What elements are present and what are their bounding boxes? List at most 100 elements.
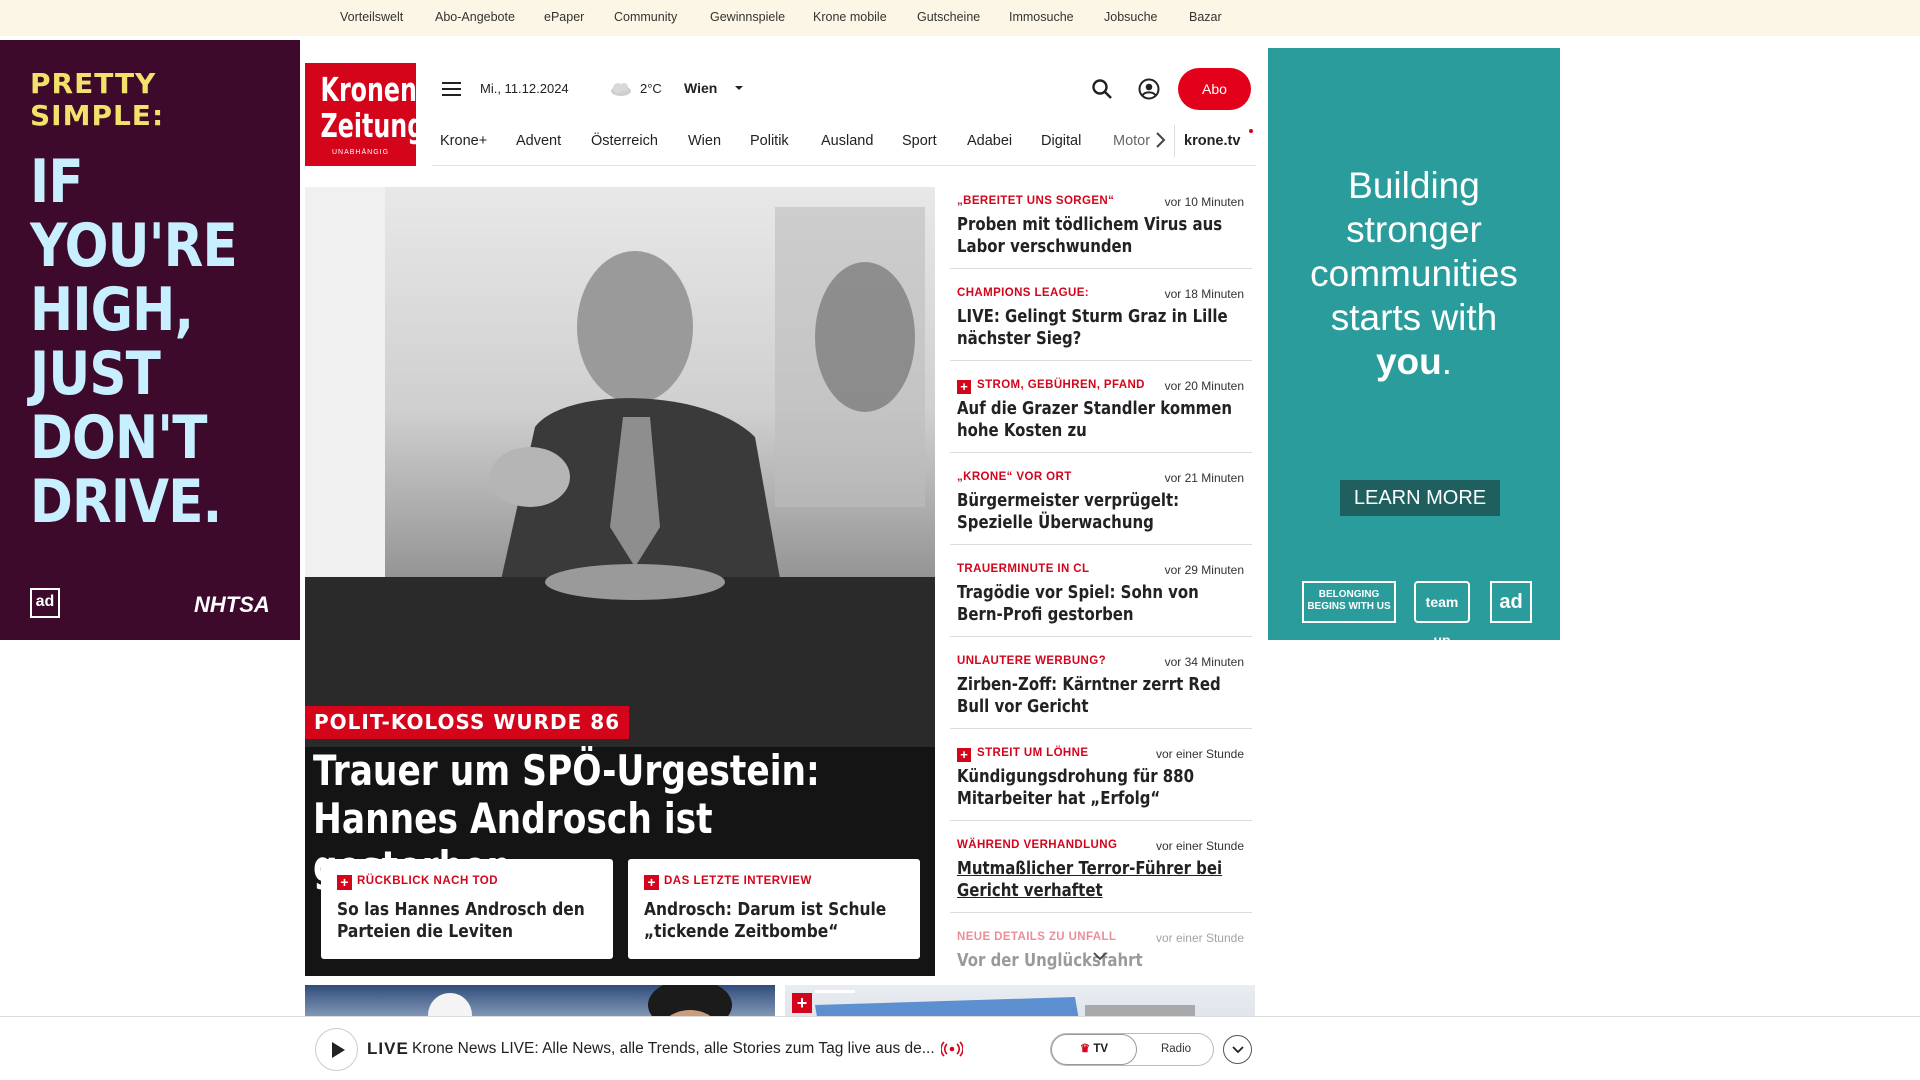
broadcast-icon: [941, 1041, 963, 1057]
topbar-link-vorteilswelt[interactable]: Vorteilswelt: [340, 10, 403, 24]
ad-right-copy-end: .: [1441, 341, 1453, 382]
search-icon[interactable]: [1091, 78, 1113, 100]
hero-article[interactable]: POLIT-KOLOSS WURDE 86 Trauer um SPÖ-Urge…: [305, 187, 935, 976]
learn-more-button[interactable]: LEARN MORE: [1340, 480, 1500, 516]
play-button[interactable]: [315, 1028, 358, 1071]
nav-item-adabei[interactable]: Adabei: [967, 133, 1012, 149]
kronen-zeitung-logo[interactable]: Kronen Zeitung UNABHÄNGIG: [305, 63, 425, 166]
topbar-link-krone-mobile[interactable]: Krone mobile: [813, 10, 887, 24]
article-list-item[interactable]: + STREIT UM LÖHNE vor einer Stunde Kündi…: [950, 737, 1252, 821]
nav-item-motor[interactable]: Motor: [1113, 133, 1150, 149]
article-title[interactable]: Kündigungsdrohung für 880 Mitarbeiter ha…: [957, 766, 1239, 810]
nav-item-ausland[interactable]: Ausland: [821, 133, 873, 149]
topbar-link-abo-angebote[interactable]: Abo-Angebote: [435, 10, 515, 24]
topbar-link-gewinnspiele[interactable]: Gewinnspiele: [710, 10, 785, 24]
ad-right-copy-line: Building: [1348, 165, 1480, 206]
nav-item-politik[interactable]: Politik: [750, 133, 789, 149]
topbar-link-immosuche[interactable]: Immosuche: [1009, 10, 1074, 24]
ad-council-logo: ad: [30, 588, 60, 618]
article-list-item[interactable]: CHAMPIONS LEAGUE: vor 18 Minuten LIVE: G…: [950, 277, 1252, 361]
article-kicker: TRAUERMINUTE IN CL: [957, 563, 1090, 575]
topbar-link-community[interactable]: Community: [614, 10, 677, 24]
player-expand-chevron-icon[interactable]: [1223, 1035, 1252, 1064]
article-title[interactable]: LIVE: Gelingt Sturm Graz in Lille nächst…: [957, 306, 1239, 350]
ad-right-copy-line: starts with: [1330, 297, 1498, 338]
team-up-logo: team up: [1414, 581, 1470, 640]
krone-plus-icon: +: [337, 875, 352, 890]
hero-photo[interactable]: [305, 187, 935, 747]
article-list-item[interactable]: WÄHREND VERHANDLUNG vor einer Stunde Mut…: [950, 829, 1252, 913]
article-list-item[interactable]: + STROM, GEBÜHREN, PFAND vor 20 Minuten …: [950, 369, 1252, 453]
nav-scroll-right-icon[interactable]: [1154, 131, 1166, 149]
hero-photo-graphic: [305, 187, 935, 747]
nav-item-oesterreich[interactable]: Österreich: [591, 133, 658, 149]
krone-plus-icon: +: [792, 993, 812, 1013]
topbar-link-bazar[interactable]: Bazar: [1189, 10, 1222, 24]
article-kicker: „KRONE“ VOR ORT: [957, 471, 1072, 483]
nav-item-krone-tv[interactable]: krone.tv: [1184, 133, 1240, 149]
abo-button[interactable]: Abo: [1178, 68, 1251, 110]
account-icon[interactable]: [1138, 78, 1160, 100]
article-title[interactable]: Zirben-Zoff: Kärntner zerrt Red Bull vor…: [957, 674, 1239, 718]
related-article-card[interactable]: + RÜCKBLICK NACH TOD So las Hannes Andro…: [321, 859, 613, 959]
live-player-bar: LIVE Krone News LIVE: Alle News, alle Tr…: [0, 1016, 1920, 1080]
right-ad-banner[interactable]: Building stronger communities starts wit…: [1268, 48, 1560, 640]
chevron-down-icon: [1231, 1046, 1244, 1054]
article-title[interactable]: Mutmaßlicher Terror-Führer bei Gericht v…: [957, 858, 1239, 902]
article-timestamp: vor 20 Minuten: [1164, 379, 1244, 393]
article-title[interactable]: Proben mit tödlichem Virus aus Labor ver…: [957, 214, 1239, 258]
topbar-link-gutscheine[interactable]: Gutscheine: [917, 10, 980, 24]
krone-plus-icon: +: [644, 875, 659, 890]
related-article-card[interactable]: + DAS LETZTE INTERVIEW Androsch: Darum i…: [628, 859, 920, 959]
article-timestamp: vor 10 Minuten: [1164, 195, 1244, 209]
nav-item-krone-plus[interactable]: Krone+: [440, 133, 487, 149]
ad-right-copy: Building stronger communities starts wit…: [1268, 164, 1560, 384]
hamburger-menu-icon[interactable]: [442, 81, 461, 97]
chevron-down-icon[interactable]: [734, 85, 744, 91]
article-timestamp: vor einer Stunde: [1155, 931, 1244, 945]
topbar-link-epaper[interactable]: ePaper: [544, 10, 584, 24]
article-timestamp: vor einer Stunde: [1155, 839, 1244, 853]
related-article-kicker: DAS LETZTE INTERVIEW: [664, 875, 812, 887]
nav-item-advent[interactable]: Advent: [516, 133, 561, 149]
article-list-item[interactable]: UNLAUTERE WERBUNG? vor 34 Minuten Zirben…: [950, 645, 1252, 729]
article-title[interactable]: Auf die Grazer Standler kommen hohe Kost…: [957, 398, 1239, 442]
live-dot-indicator: [1249, 129, 1253, 133]
article-list-item[interactable]: „KRONE“ VOR ORT vor 21 Minuten Bürgermei…: [950, 461, 1252, 545]
article-list-item[interactable]: TRAUERMINUTE IN CL vor 29 Minuten Tragöd…: [950, 553, 1252, 637]
article-list-item[interactable]: NEUE DETAILS ZU UNFALL vor einer Stunde …: [950, 921, 1252, 973]
article-timestamp: vor 18 Minuten: [1164, 287, 1244, 301]
live-description[interactable]: Krone News LIVE: Alle News, alle Trends,…: [412, 1040, 942, 1058]
nav-item-digital[interactable]: Digital: [1041, 133, 1081, 149]
radio-toggle-button[interactable]: Radio: [1141, 1034, 1211, 1065]
article-timestamp: vor 21 Minuten: [1164, 471, 1244, 485]
related-article-title[interactable]: So las Hannes Androsch den Parteien die …: [337, 899, 595, 943]
tv-label: TV: [1093, 1043, 1109, 1055]
hero-kicker: POLIT-KOLOSS WURDE 86: [305, 706, 630, 739]
article-kicker: STROM, GEBÜHREN, PFAND: [977, 379, 1145, 391]
ad-left-headline-text: IF YOU'RE HIGH, JUST DON'T DRIVE.: [30, 147, 238, 537]
tv-radio-toggle[interactable]: ♛ TV Radio: [1050, 1033, 1214, 1066]
article-title[interactable]: Bürgermeister verprügelt: Spezielle Über…: [957, 490, 1239, 534]
article-list-item[interactable]: „BEREITET UNS SORGEN“ vor 10 Minuten Pro…: [950, 185, 1252, 269]
logo-line-3: UNABHÄNGIG: [331, 149, 390, 156]
nhtsa-logo: NHTSA: [194, 592, 270, 617]
article-kicker: UNLAUTERE WERBUNG?: [957, 655, 1107, 667]
article-timestamp: vor einer Stunde: [1155, 747, 1244, 761]
left-ad-banner[interactable]: PRETTY SIMPLE: IF YOU'RE HIGH, JUST DON'…: [0, 40, 300, 640]
crown-icon: ♛: [1079, 1043, 1091, 1055]
logo-line-2: Zeitung: [320, 106, 425, 145]
location-select[interactable]: Wien: [684, 80, 717, 96]
article-kicker: CHAMPIONS LEAGUE:: [957, 287, 1090, 299]
article-kicker: WÄHREND VERHANDLUNG: [957, 839, 1118, 851]
cloud-icon: [611, 83, 631, 96]
nav-item-sport[interactable]: Sport: [902, 133, 937, 149]
expand-list-chevron-icon[interactable]: [1093, 952, 1107, 961]
nav-item-wien[interactable]: Wien: [688, 133, 721, 149]
belonging-logo: BELONGING BEGINS WITH US: [1302, 581, 1396, 623]
article-title[interactable]: Tragödie vor Spiel: Sohn von Bern-Profi …: [957, 582, 1239, 626]
topbar-link-jobsuche[interactable]: Jobsuche: [1104, 10, 1158, 24]
krone-plus-icon: +: [957, 380, 971, 394]
related-article-title[interactable]: Androsch: Darum ist Schule „tickende Zei…: [644, 899, 902, 943]
tv-toggle-button[interactable]: ♛ TV: [1051, 1034, 1137, 1065]
